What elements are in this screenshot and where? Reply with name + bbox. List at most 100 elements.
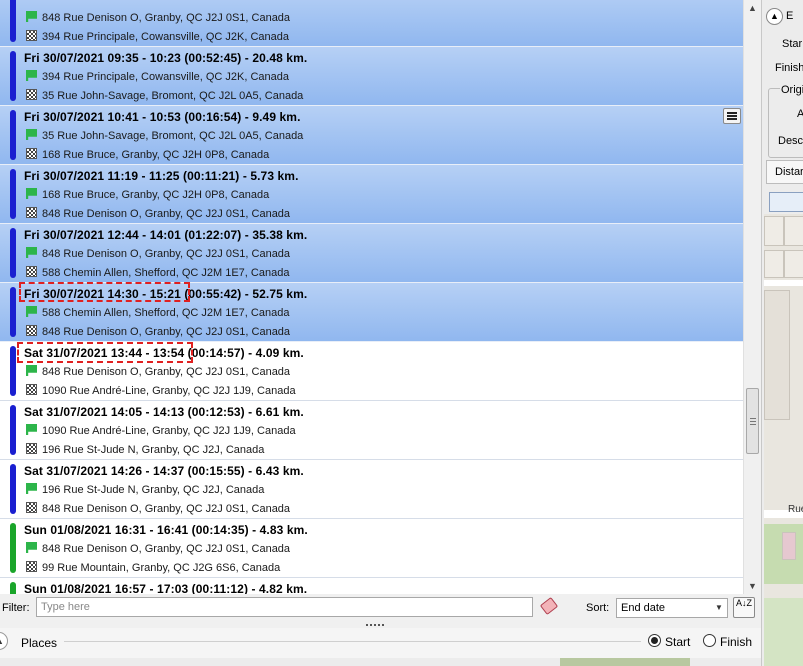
trip-row[interactable]: Sat 31/07/2021 14:26 - 14:37 (00:15:55) …: [0, 460, 743, 519]
trip-end-address: 168 Rue Bruce, Granby, QC J2H 0P8, Canad…: [42, 149, 270, 161]
start-flag-icon: [26, 424, 37, 435]
description-field-label: Desc: [778, 135, 803, 147]
trip-end-address-line: 848 Rue Denison O, Granby, QC J2J 0S1, C…: [26, 207, 290, 220]
trip-end-address: 196 Rue St-Jude N, Granby, QC J2J, Canad…: [42, 444, 265, 456]
trip-end-address: 848 Rue Denison O, Granby, QC J2J 0S1, C…: [42, 326, 291, 338]
finish-flag-icon: [26, 266, 37, 277]
trip-start-address: 848 Rue Denison O, Granby, QC J2J 0S1, C…: [42, 543, 291, 555]
trip-end-address-line: 99 Rue Mountain, Granby, QC J2G 6S6, Can…: [26, 561, 280, 574]
trip-row[interactable]: Fri 30/07/2021 09:35 - 10:23 (00:52:45) …: [0, 47, 743, 106]
finish-flag-icon: [26, 325, 37, 336]
trip-start-address-line: 848 Rue Denison O, Granby, QC J2J 0S1, C…: [26, 247, 290, 260]
start-flag-icon: [26, 11, 37, 22]
finish-flag-icon: [26, 561, 37, 572]
sort-direction-button[interactable]: A↓Z: [733, 597, 755, 618]
origin-group: [768, 88, 803, 158]
start-flag-icon: [26, 542, 37, 553]
trip-end-address-line: 1090 Rue André-Line, Granby, QC J2J 1J9,…: [26, 384, 296, 397]
hamburger-icon: [727, 112, 737, 114]
trip-title: Fri 30/07/2021 12:44 - 14:01 (01:22:07) …: [24, 228, 308, 242]
scroll-up-arrow-icon[interactable]: ▲: [744, 0, 761, 16]
trip-color-bar: [10, 405, 16, 455]
trip-row[interactable]: Sat 31/07/2021 13:44 - 13:54 (00:14:57) …: [0, 342, 743, 401]
trip-color-bar: [10, 228, 16, 278]
finish-flag-icon: [26, 89, 37, 100]
finish-flag-icon: [26, 148, 37, 159]
start-field-label: Star: [782, 38, 803, 50]
filter-input[interactable]: [36, 597, 533, 617]
trip-end-address-line: 848 Rue Denison O, Granby, QC J2J 0S1, C…: [26, 502, 290, 515]
trip-start-address: 848 Rue Denison O, Granby, QC J2J 0S1, C…: [42, 248, 291, 260]
trip-title: Fri 30/07/2021 09:35 - 10:23 (00:52:45) …: [24, 51, 308, 65]
trip-color-bar: [10, 464, 16, 514]
trip-end-address-line: 588 Chemin Allen, Shefford, QC J2M 1E7, …: [26, 266, 289, 279]
filter-bar: Filter: Sort: End date ▼ A↓Z: [0, 594, 761, 622]
collapse-panel-button[interactable]: ▲: [766, 8, 783, 25]
trip-start-address: 394 Rue Principale, Cowansville, QC J2K,…: [42, 71, 290, 83]
start-flag-icon: [26, 70, 37, 81]
scroll-thumb[interactable]: [746, 388, 759, 454]
trip-row[interactable]: Fri 30/07/2021 12:44 - 14:01 (01:22:07) …: [0, 224, 743, 283]
trip-end-address-line: 848 Rue Denison O, Granby, QC J2J 0S1, C…: [26, 325, 290, 338]
collapse-places-button[interactable]: ▲: [0, 632, 8, 650]
tab-label[interactable]: E: [786, 10, 793, 22]
trip-row[interactable]: Sat 31/07/2021 14:05 - 14:13 (00:12:53) …: [0, 401, 743, 460]
hamburger-icon: [727, 118, 737, 120]
start-radio-label[interactable]: Start: [665, 635, 690, 649]
trip-end-address: 848 Rue Denison O, Granby, QC J2J 0S1, C…: [42, 503, 291, 515]
trip-color-bar: [10, 346, 16, 396]
eraser-icon: [539, 596, 559, 616]
trip-row[interactable]: Sun 01/08/2021 16:57 - 17:03 (00:11:12) …: [0, 578, 743, 594]
trip-end-address-line: 168 Rue Bruce, Granby, QC J2H 0P8, Canad…: [26, 148, 269, 161]
trip-color-bar: [10, 287, 16, 337]
scroll-down-arrow-icon[interactable]: ▼: [744, 578, 761, 594]
trip-end-address: 1090 Rue André-Line, Granby, QC J2J 1J9,…: [42, 385, 296, 397]
finish-flag-icon: [26, 207, 37, 218]
trip-row[interactable]: Fri 30/07/2021 10:41 - 10:53 (00:16:54) …: [0, 106, 743, 165]
trip-color-bar: [10, 0, 16, 42]
trip-row[interactable]: Sun 01/08/2021 16:31 - 16:41 (00:14:35) …: [0, 519, 743, 578]
start-flag-icon: [26, 483, 37, 494]
clear-filter-button[interactable]: [538, 596, 560, 617]
trip-color-bar: [10, 523, 16, 573]
trip-start-address-line: 1090 Rue André-Line, Granby, QC J2J 1J9,…: [26, 424, 296, 437]
trip-start-address: 848 Rue Denison O, Granby, QC J2J 0S1, C…: [42, 12, 291, 24]
finish-field-label: Finish: [775, 62, 803, 74]
trip-end-address: 848 Rue Denison O, Granby, QC J2J 0S1, C…: [42, 208, 291, 220]
trip-title: Fri 30/07/2021 10:41 - 10:53 (00:16:54) …: [24, 110, 301, 124]
trip-start-address: 196 Rue St-Jude N, Granby, QC J2J, Canad…: [42, 484, 265, 496]
trip-row[interactable]: Fri 30/07/2021 11:19 - 11:25 (00:11:21) …: [0, 165, 743, 224]
finish-radio-label[interactable]: Finish: [720, 635, 752, 649]
vertical-scrollbar[interactable]: ▲ ▼: [743, 0, 761, 594]
trip-color-bar: [10, 169, 16, 219]
trip-start-address-line: 35 Rue John-Savage, Bromont, QC J2L 0A5,…: [26, 129, 303, 142]
origin-group-label: Origi: [780, 84, 803, 96]
trip-start-address: 588 Chemin Allen, Shefford, QC J2M 1E7, …: [42, 307, 290, 319]
trip-row[interactable]: 848 Rue Denison O, Granby, QC J2J 0S1, C…: [0, 0, 743, 47]
trip-list[interactable]: 848 Rue Denison O, Granby, QC J2J 0S1, C…: [0, 0, 743, 594]
chevron-down-icon: ▼: [715, 603, 723, 612]
trip-color-bar: [10, 110, 16, 160]
places-bar: ▲ Places Start Finish: [0, 628, 761, 658]
grip-dots-icon: [366, 624, 384, 626]
trip-row[interactable]: Fri 30/07/2021 14:30 - 15:21 (00:55:42) …: [0, 283, 743, 342]
map-street-label: Rue: [788, 504, 803, 515]
map-view[interactable]: Rue: [764, 214, 803, 666]
row-menu-button[interactable]: [723, 108, 741, 124]
finish-radio[interactable]: [703, 634, 716, 647]
trip-start-address-line: 848 Rue Denison O, Granby, QC J2J 0S1, C…: [26, 11, 290, 24]
trip-title: Sun 01/08/2021 16:31 - 16:41 (00:14:35) …: [24, 523, 308, 537]
start-flag-icon: [26, 306, 37, 317]
trip-start-address-line: 848 Rue Denison O, Granby, QC J2J 0S1, C…: [26, 365, 290, 378]
start-radio[interactable]: [648, 634, 661, 647]
trip-start-address-line: 168 Rue Bruce, Granby, QC J2H 0P8, Canad…: [26, 188, 269, 201]
filter-label: Filter:: [2, 602, 30, 614]
start-flag-icon: [26, 129, 37, 140]
panel-action-button[interactable]: [769, 192, 803, 212]
right-panel: ▲ E Star Finish Origi A Desc Distar Rue: [761, 0, 803, 666]
sort-select-value: End date: [621, 602, 666, 614]
sort-select[interactable]: End date ▼: [616, 598, 728, 618]
finish-flag-icon: [26, 384, 37, 395]
trip-start-address: 35 Rue John-Savage, Bromont, QC J2L 0A5,…: [42, 130, 304, 142]
trip-color-bar: [10, 582, 16, 594]
